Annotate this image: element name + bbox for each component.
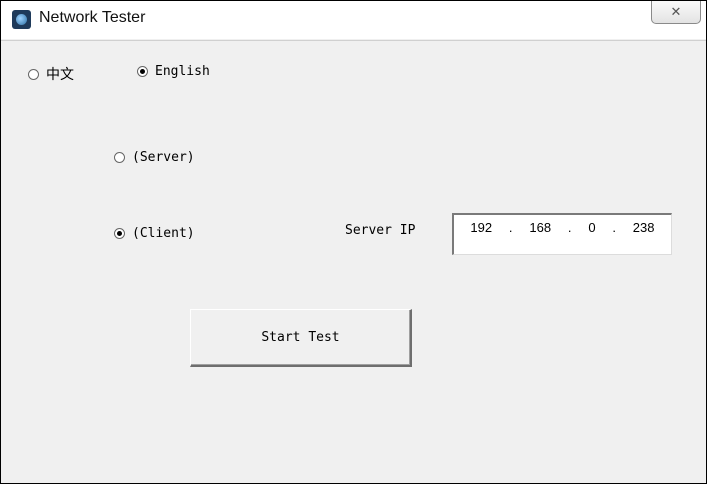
start-test-label: Start Test: [261, 330, 340, 345]
radio-chinese-indicator: [28, 68, 39, 80]
app-icon: [12, 10, 31, 29]
start-test-button[interactable]: Start Test: [190, 309, 412, 367]
radio-client[interactable]: (Client): [114, 226, 195, 241]
ip-separator: .: [612, 220, 616, 235]
client-area: 中文 English (Server) (Client) Server IP 1…: [1, 40, 706, 483]
radio-client-indicator: [114, 228, 125, 239]
title-bar: Network Tester ✕: [1, 1, 706, 39]
radio-client-label: (Client): [132, 226, 195, 241]
server-ip-label: Server IP: [345, 223, 416, 238]
close-button[interactable]: ✕: [651, 1, 701, 24]
window-title: Network Tester: [39, 9, 146, 26]
ip-octet-4[interactable]: 238: [633, 220, 655, 235]
radio-server-label: (Server): [132, 150, 195, 165]
ip-octet-3[interactable]: 0: [588, 220, 595, 235]
radio-server[interactable]: (Server): [114, 150, 195, 165]
close-icon: ✕: [670, 4, 682, 20]
radio-english-indicator: [137, 66, 148, 77]
radio-chinese[interactable]: 中文: [28, 64, 74, 84]
ip-separator: .: [508, 220, 513, 235]
radio-chinese-label: 中文: [46, 67, 74, 83]
radio-english-label: English: [155, 64, 210, 79]
radio-english[interactable]: English: [137, 64, 210, 79]
network-tester-window: Network Tester ✕ 中文 English (Server) (Cl…: [0, 0, 707, 484]
ip-separator: .: [567, 220, 572, 235]
server-ip-input[interactable]: 192 . 168 . 0 . 238: [452, 213, 672, 255]
radio-server-indicator: [114, 152, 125, 163]
ip-octet-1[interactable]: 192: [470, 220, 492, 235]
ip-octet-2[interactable]: 168: [529, 220, 551, 235]
